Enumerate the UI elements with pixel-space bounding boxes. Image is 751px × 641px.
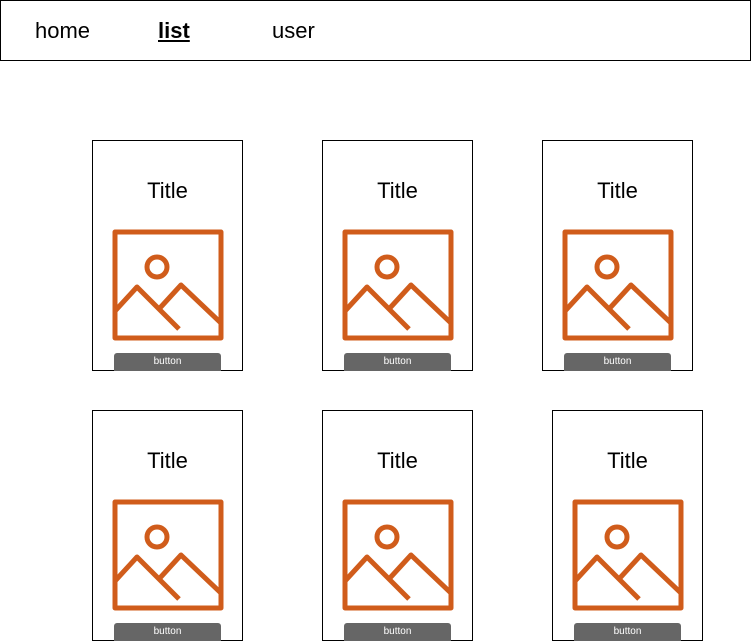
- card-6: Title button: [552, 410, 703, 641]
- card-title: Title: [377, 448, 418, 473]
- card-title: Title: [147, 448, 188, 473]
- card-title: Title: [377, 178, 418, 203]
- nav-item-home[interactable]: home: [35, 17, 90, 45]
- card-button[interactable]: button: [574, 623, 681, 641]
- card-button[interactable]: button: [114, 353, 221, 371]
- nav-item-list[interactable]: list: [158, 17, 190, 45]
- image-placeholder-icon: [342, 229, 454, 341]
- image-placeholder-icon: [562, 229, 674, 341]
- card-1: Title button: [92, 140, 243, 371]
- image-placeholder-icon: [112, 499, 224, 611]
- card-5: Title button: [322, 410, 473, 641]
- top-navbar: home list user: [0, 0, 751, 61]
- card-4: Title button: [92, 410, 243, 641]
- card-title: Title: [597, 178, 638, 203]
- card-2: Title button: [322, 140, 473, 371]
- image-placeholder-icon: [572, 499, 684, 611]
- image-placeholder-icon: [112, 229, 224, 341]
- card-button[interactable]: button: [344, 623, 451, 641]
- card-3: Title button: [542, 140, 693, 371]
- card-button[interactable]: button: [114, 623, 221, 641]
- card-button[interactable]: button: [564, 353, 671, 371]
- card-button[interactable]: button: [344, 353, 451, 371]
- nav-item-user[interactable]: user: [272, 17, 315, 45]
- card-title: Title: [147, 178, 188, 203]
- image-placeholder-icon: [342, 499, 454, 611]
- card-title: Title: [607, 448, 648, 473]
